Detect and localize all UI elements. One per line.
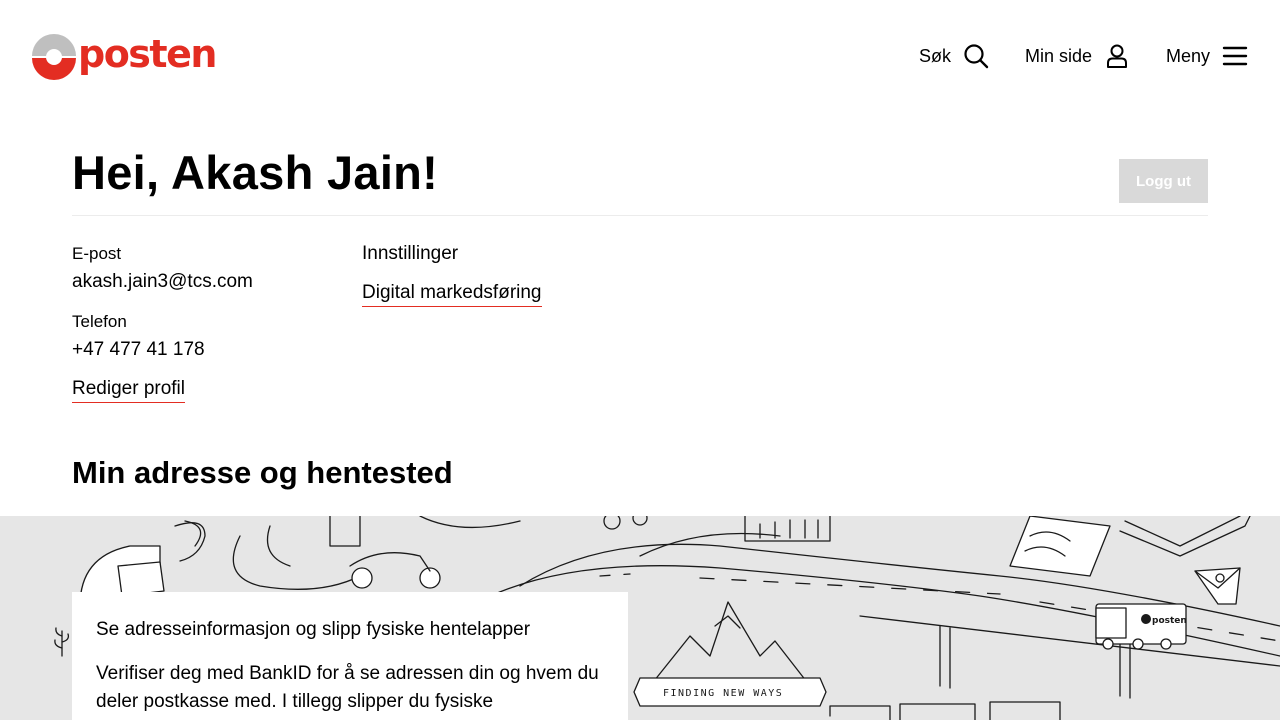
- address-card-body: Verifiser deg med BankID for å se adress…: [96, 663, 599, 712]
- search-button[interactable]: Søk: [919, 40, 989, 72]
- menu-button[interactable]: Meny: [1166, 40, 1248, 72]
- logout-button[interactable]: Logg ut: [1119, 159, 1208, 203]
- logo-wordmark: posten: [78, 32, 217, 76]
- digital-marketing-link[interactable]: Digital markedsføring: [362, 280, 542, 307]
- search-label: Søk: [918, 46, 951, 66]
- phone-value: +47 477 41 178: [72, 339, 205, 360]
- edit-profile-link[interactable]: Rediger profil: [72, 376, 185, 403]
- phone-label: Telefon: [72, 312, 127, 331]
- truck-logo-text: posten: [1152, 616, 1187, 626]
- top-navigation: Søk Min side Meny: [883, 40, 1248, 72]
- search-icon: [964, 44, 989, 69]
- address-info-card: Se adresseinformasjon og slipp fysiske h…: [72, 592, 628, 720]
- site-header: posten Søk Min side Meny: [0, 0, 1280, 112]
- email-label: E-post: [72, 244, 122, 263]
- address-card-title: Se adresseinformasjon og slipp fysiske h…: [96, 619, 531, 640]
- my-page-label: Min side: [1024, 46, 1092, 66]
- settings-title: Innstillinger: [362, 243, 459, 264]
- truck-logo-mark-icon: [1141, 614, 1151, 624]
- posten-logo-mark-icon: [32, 34, 76, 80]
- banner-text: FINDING NEW WAYS: [663, 688, 783, 699]
- settings-panel: Innstillinger Digital markedsføring: [362, 240, 762, 307]
- page-title: Hei, Akash Jain!: [72, 146, 439, 199]
- profile-info: E-post akash.jain3@tcs.com Telefon +47 4…: [72, 240, 352, 403]
- address-section-title: Min adresse og hentested: [72, 455, 453, 490]
- hamburger-menu-icon: [1222, 46, 1248, 66]
- email-value: akash.jain3@tcs.com: [72, 271, 253, 292]
- my-page-button[interactable]: Min side: [1025, 40, 1130, 72]
- user-icon: [1106, 44, 1127, 68]
- posten-logo[interactable]: posten: [32, 32, 217, 80]
- greeting-row: Hei, Akash Jain! Logg ut: [72, 140, 1208, 216]
- menu-label: Meny: [1165, 46, 1210, 66]
